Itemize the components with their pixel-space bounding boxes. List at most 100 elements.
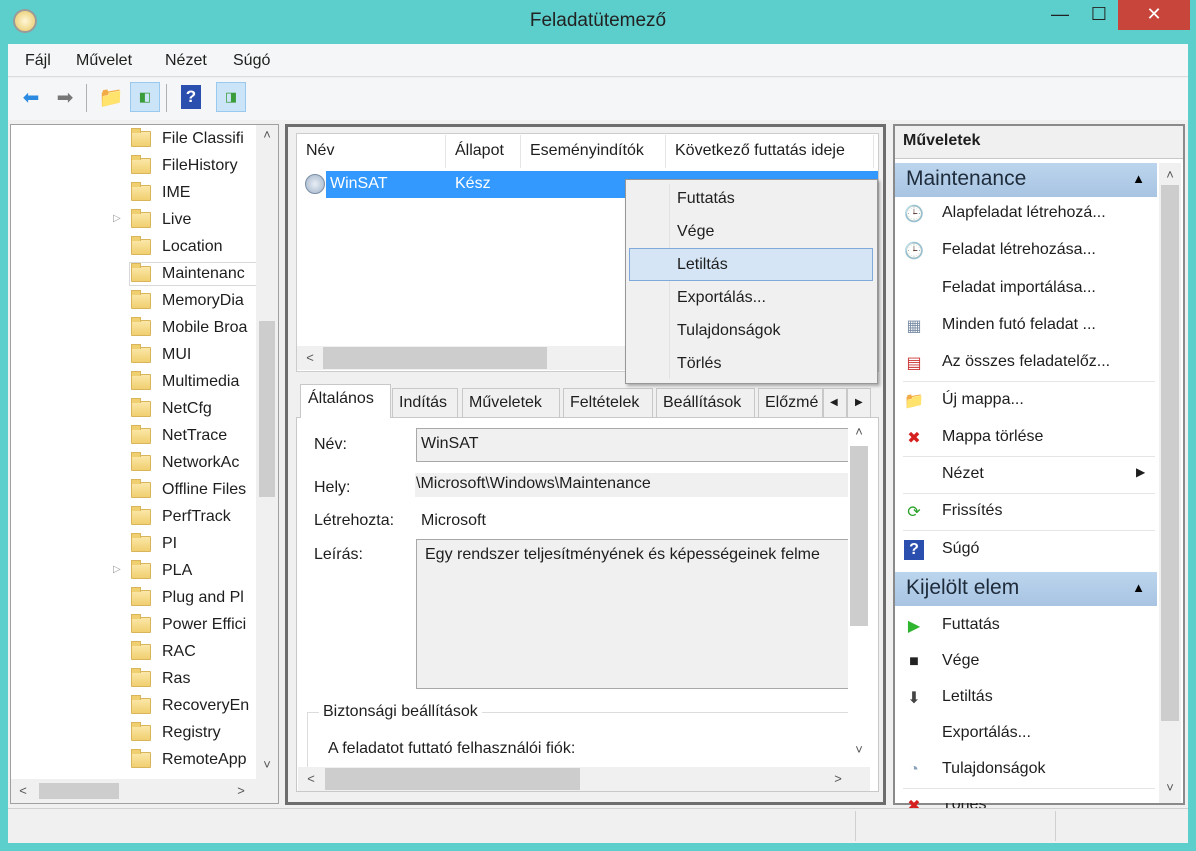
scroll-right-icon[interactable]: > [231, 783, 251, 798]
show-hide-console-tree-icon[interactable]: ◧ [130, 82, 160, 112]
action-item[interactable]: Tulajdonságok [942, 760, 1045, 778]
column-status[interactable]: Állapot [455, 142, 504, 160]
tree-item[interactable]: NetCfg [131, 397, 212, 421]
menu-action[interactable]: Művelet [76, 52, 132, 70]
forward-icon[interactable]: ➡ [50, 82, 80, 112]
action-item[interactable]: Feladat létrehozása... [942, 241, 1096, 259]
tab-conditions[interactable]: Feltételek [563, 388, 653, 418]
tree-item[interactable]: Plug and Pl [131, 586, 244, 610]
tree-item[interactable]: PerfTrack [131, 505, 231, 529]
tree-item[interactable]: RecoveryEn [131, 694, 249, 718]
tree-item[interactable]: NetworkAc [131, 451, 239, 475]
scroll-thumb[interactable] [259, 321, 275, 497]
show-hide-action-pane-icon[interactable]: ◨ [216, 82, 246, 112]
details-vertical-scrollbar[interactable]: ˄ ˅ [848, 420, 870, 767]
tree-item[interactable]: PI [131, 532, 177, 556]
context-disable[interactable]: Letiltás [677, 256, 728, 274]
action-item[interactable]: Frissítés [942, 502, 1002, 520]
up-folder-icon[interactable]: 📁 [96, 82, 126, 112]
action-item[interactable]: Új mappa... [942, 391, 1024, 409]
menu-help[interactable]: Súgó [233, 52, 270, 70]
menu-file[interactable]: Fájl [25, 52, 51, 70]
scroll-down-icon[interactable]: ˅ [257, 757, 277, 772]
action-item[interactable]: Feladat importálása... [942, 279, 1096, 297]
tree-horizontal-scrollbar[interactable]: < > [11, 779, 278, 803]
minimize-button[interactable]: — [1040, 0, 1080, 30]
tree-item[interactable]: Power Effici [131, 613, 246, 637]
tab-triggers[interactable]: Indítás [392, 388, 458, 418]
help-icon[interactable]: ? [176, 82, 206, 112]
column-triggers[interactable]: Eseményindítók [530, 142, 644, 160]
context-properties[interactable]: Tulajdonságok [677, 322, 780, 340]
tab-general[interactable]: Általános [300, 384, 391, 418]
action-item[interactable]: Alapfeladat létrehozá... [942, 204, 1106, 222]
scroll-thumb[interactable] [1161, 185, 1179, 721]
tree-item[interactable]: RAC [131, 640, 196, 664]
section-selected-item[interactable]: Kijelölt elem ▲ [895, 572, 1157, 606]
scroll-down-icon[interactable]: ˅ [1160, 780, 1180, 795]
context-run[interactable]: Futtatás [677, 190, 735, 208]
action-item[interactable]: Az összes feladatelőz... [942, 353, 1110, 371]
tree-item[interactable]: MUI [131, 343, 191, 367]
tree-item[interactable]: MemoryDia [131, 289, 244, 313]
tab-history[interactable]: Előzmé [758, 388, 823, 418]
tree-item[interactable]: Maintenanc [129, 262, 265, 286]
tree-item[interactable]: Multimedia [131, 370, 239, 394]
tree-item[interactable]: Registry [131, 721, 221, 745]
collapse-icon[interactable]: ▲ [1132, 580, 1145, 595]
description-field[interactable]: Egy rendszer teljesítményének és képessé… [416, 539, 849, 689]
context-delete[interactable]: Törlés [677, 355, 721, 373]
scroll-left-icon[interactable]: < [13, 783, 33, 798]
menu-view[interactable]: Nézet [165, 52, 207, 70]
tab-settings[interactable]: Beállítások [656, 388, 755, 418]
details-horizontal-scrollbar[interactable]: < > [298, 767, 870, 791]
context-end[interactable]: Vége [677, 223, 714, 241]
action-item[interactable]: Minden futó feladat ... [942, 316, 1096, 334]
scroll-left-icon[interactable]: < [301, 771, 321, 786]
scroll-up-icon[interactable]: ˄ [1160, 167, 1180, 182]
tree-item[interactable]: RemoteApp [131, 748, 247, 772]
scroll-thumb[interactable] [323, 347, 547, 369]
name-field[interactable]: WinSAT [416, 428, 849, 462]
tree-item[interactable]: Mobile Broa [131, 316, 247, 340]
tree-item[interactable]: Ras [131, 667, 190, 691]
tree-item[interactable]: Live [131, 208, 191, 232]
scroll-down-icon[interactable]: ˅ [849, 742, 869, 757]
maximize-button[interactable]: ☐ [1080, 0, 1118, 30]
expand-arrow-icon[interactable]: ▷ [113, 213, 121, 224]
column-next-run[interactable]: Következő futtatás ideje [675, 142, 845, 160]
tree-item[interactable]: Location [131, 235, 223, 259]
actions-vertical-scrollbar[interactable]: ˄ ˅ [1159, 163, 1181, 803]
scroll-up-icon[interactable]: ˄ [257, 127, 277, 142]
column-name[interactable]: Név [306, 142, 334, 160]
scroll-right-icon[interactable]: > [828, 771, 848, 786]
collapse-icon[interactable]: ▲ [1132, 171, 1145, 186]
action-item[interactable]: Súgó [942, 540, 979, 558]
expand-arrow-icon[interactable]: ▷ [113, 564, 121, 575]
scroll-thumb[interactable] [325, 768, 580, 790]
action-item[interactable]: Letiltás [942, 688, 993, 706]
scroll-thumb[interactable] [850, 446, 868, 626]
tab-actions[interactable]: Műveletek [462, 388, 560, 418]
column-divider[interactable] [445, 135, 446, 168]
column-divider[interactable] [520, 135, 521, 168]
scroll-thumb[interactable] [39, 783, 119, 799]
action-item[interactable]: Vége [942, 652, 979, 670]
context-export[interactable]: Exportálás... [677, 289, 766, 307]
scroll-left-icon[interactable]: < [300, 350, 320, 365]
tree-item[interactable]: IME [131, 181, 190, 205]
tree-item[interactable]: PLA [131, 559, 192, 583]
column-divider[interactable] [665, 135, 666, 168]
tree-item[interactable]: File Classifi [131, 127, 244, 151]
back-icon[interactable]: ⬅ [16, 82, 46, 112]
tree-item[interactable]: FileHistory [131, 154, 238, 178]
section-maintenance[interactable]: Maintenance ▲ [895, 163, 1157, 197]
tab-scroll-right-icon[interactable]: ▶ [847, 388, 871, 418]
tree-item[interactable]: NetTrace [131, 424, 227, 448]
action-item[interactable]: Nézet [942, 465, 984, 483]
column-divider[interactable] [873, 135, 874, 168]
tree-vertical-scrollbar[interactable]: ˄ ˅ [256, 125, 278, 779]
action-item[interactable]: Futtatás [942, 616, 1000, 634]
action-item[interactable]: Mappa törlése [942, 428, 1043, 446]
tab-scroll-left-icon[interactable]: ◀ [823, 388, 847, 418]
